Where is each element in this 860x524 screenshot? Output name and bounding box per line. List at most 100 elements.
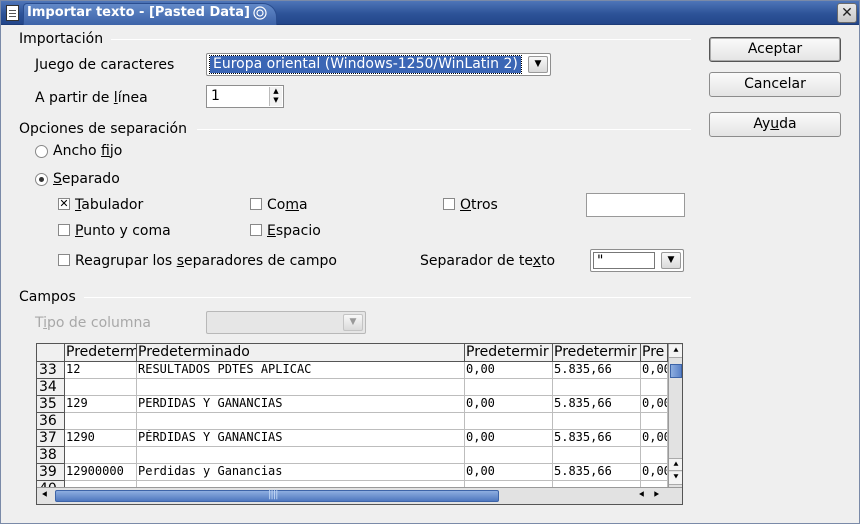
window-title: Importar texto - [Pasted Data] (27, 5, 250, 20)
grid-cell[interactable] (465, 447, 553, 464)
grid-cell[interactable]: PÉRDIDAS Y GANANCIAS (137, 430, 465, 447)
text-delimiter-value[interactable]: " (593, 252, 655, 269)
grid-cell[interactable]: 129 (65, 396, 137, 413)
chevron-down-icon[interactable]: ▼ (528, 56, 548, 73)
grid-cell[interactable] (641, 447, 668, 464)
grid-cell[interactable]: 0,00 (465, 396, 553, 413)
grid-cell[interactable]: 0,00 (641, 464, 668, 481)
grid-cell[interactable]: 5.835,66 (553, 464, 641, 481)
column-header[interactable]: Predeterm (65, 344, 137, 362)
merge-delimiters-checkbox[interactable] (58, 254, 70, 266)
separator-section-divider (197, 129, 691, 130)
separator-section-title: Opciones de separación (19, 121, 187, 137)
grid-cell[interactable] (137, 447, 465, 464)
document-icon (6, 5, 19, 21)
grid-cell[interactable]: 12900000 (65, 464, 137, 481)
grid-cell[interactable]: 12 (65, 362, 137, 379)
spin-arrows-icon[interactable]: ▲ ▼ (269, 87, 282, 106)
comma-label[interactable]: Coma (267, 197, 308, 213)
grid-cell[interactable] (65, 413, 137, 430)
grid-cell[interactable]: 5.835,66 (553, 430, 641, 447)
row-number[interactable]: 39 (37, 464, 65, 481)
horizontal-scrollbar[interactable]: ⯇ ⯇ ⯈ (37, 487, 682, 504)
grid-cell[interactable] (553, 379, 641, 396)
grid-cell[interactable]: 0,00 (465, 362, 553, 379)
grid-cell[interactable] (553, 447, 641, 464)
column-header[interactable]: Predetermir (553, 344, 641, 362)
separated-radio[interactable] (35, 173, 48, 186)
row-number[interactable]: 35 (37, 396, 65, 413)
close-button[interactable]: ✕ (837, 3, 857, 23)
grid-cell[interactable]: 0,00 (641, 396, 668, 413)
column-type-label: Tipo de columna (35, 315, 151, 331)
grid-cell[interactable]: 0,00 (641, 362, 668, 379)
grid-cell[interactable] (65, 447, 137, 464)
grid-cell[interactable] (465, 413, 553, 430)
grid-cell[interactable]: 0,00 (641, 430, 668, 447)
accept-button[interactable]: Aceptar (709, 37, 841, 62)
grid-cell[interactable] (641, 379, 668, 396)
semicolon-label[interactable]: Punto y coma (75, 223, 171, 239)
chevron-down-icon[interactable]: ▼ (661, 252, 681, 269)
help-button[interactable]: Ayuda (709, 112, 841, 137)
horizontal-scroll-thumb[interactable] (55, 489, 499, 502)
column-header[interactable]: Predeterminado (137, 344, 465, 362)
other-separator-input[interactable] (586, 193, 685, 217)
merge-delimiters-label[interactable]: Reagrupar los separadores de campo (75, 253, 337, 269)
grid-cell[interactable]: 0,00 (465, 430, 553, 447)
charset-label: Juego de caracteres (35, 57, 175, 73)
preview-grid[interactable]: Predeterm Predeterminado Predetermir Pre… (36, 343, 683, 505)
tab-label[interactable]: Tabulador (75, 197, 143, 213)
semicolon-checkbox[interactable] (58, 224, 70, 236)
grid-cell[interactable] (137, 379, 465, 396)
grid-cell[interactable] (553, 413, 641, 430)
tab-checkbox[interactable]: ✕ (58, 198, 70, 210)
fixed-width-radio[interactable] (35, 145, 48, 158)
space-checkbox[interactable] (250, 224, 262, 236)
grid-cell[interactable]: PERDIDAS Y GANANCIAS (137, 396, 465, 413)
column-header[interactable]: Pre (641, 344, 668, 362)
fixed-width-label[interactable]: Ancho fijo (53, 143, 122, 159)
scroll-up-icon[interactable]: ⯅ (669, 345, 682, 358)
vertical-scroll-thumb[interactable] (670, 364, 682, 378)
separated-label[interactable]: Separado (53, 171, 120, 187)
scroll-left-icon[interactable]: ⯇ (38, 489, 52, 503)
grid-cell[interactable] (465, 379, 553, 396)
scroll-left-icon[interactable]: ⯇ (635, 489, 649, 503)
row-number[interactable]: 33 (37, 362, 65, 379)
comma-checkbox[interactable] (250, 198, 262, 210)
row-number[interactable]: 36 (37, 413, 65, 430)
scroll-up-icon[interactable]: ⯅ (669, 458, 682, 471)
grid-cell[interactable]: Perdidas y Ganancias (137, 464, 465, 481)
row-number[interactable]: 37 (37, 430, 65, 447)
grid-cell[interactable]: RESULTADOS PDTES APLICAC (137, 362, 465, 379)
space-label[interactable]: Espacio (267, 223, 321, 239)
grid-cell[interactable] (137, 413, 465, 430)
column-type-select[interactable]: ▼ (206, 311, 366, 334)
row-number[interactable]: 38 (37, 447, 65, 464)
fields-section-divider (84, 297, 691, 298)
charset-select[interactable]: Europa oriental (Windows-1250/WinLatin 2… (206, 53, 551, 76)
grid-cell[interactable]: 1290 (65, 430, 137, 447)
from-line-value: 1 (211, 88, 220, 104)
scroll-right-icon[interactable]: ⯈ (649, 489, 663, 503)
column-header[interactable]: Predetermir (465, 344, 553, 362)
cancel-button[interactable]: Cancelar (709, 72, 841, 97)
grid-cell[interactable]: 5.835,66 (553, 396, 641, 413)
row-number[interactable]: 34 (37, 379, 65, 396)
grid-cell[interactable]: 5.835,66 (553, 362, 641, 379)
charset-value: Europa oriental (Windows-1250/WinLatin 2… (209, 55, 522, 74)
title-bar[interactable]: Importar texto - [Pasted Data] ✕ (1, 1, 859, 25)
grid-cell[interactable] (65, 379, 137, 396)
vertical-scrollbar[interactable]: ⯅ ⯅ ⯆ (668, 344, 682, 487)
other-checkbox[interactable] (443, 198, 455, 210)
grid-cell[interactable] (641, 413, 668, 430)
grid-corner (37, 344, 65, 362)
from-line-spinner[interactable]: 1 ▲ ▼ (206, 85, 284, 108)
grid-cell[interactable]: 0,00 (465, 464, 553, 481)
fields-section-title: Campos (19, 289, 76, 305)
text-delimiter-select[interactable]: " ▼ (590, 249, 684, 272)
text-delimiter-label: Separador de texto (420, 253, 556, 269)
other-label[interactable]: Otros (460, 197, 498, 213)
scroll-down-icon[interactable]: ⯆ (669, 472, 682, 485)
